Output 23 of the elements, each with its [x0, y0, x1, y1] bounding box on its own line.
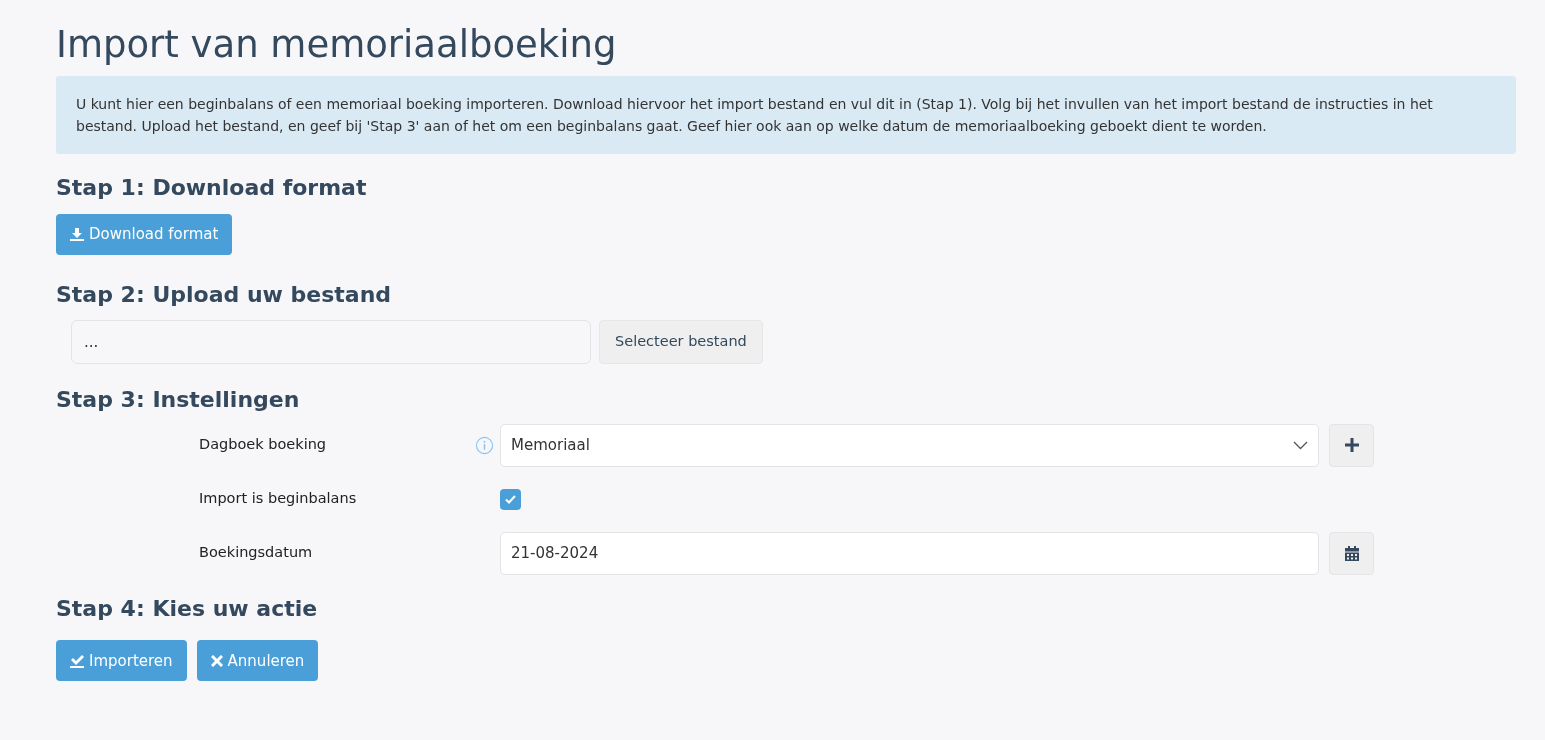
calendar-icon — [1344, 545, 1359, 561]
checkbox[interactable] — [500, 488, 521, 510]
download-icon — [70, 227, 84, 242]
page-title: Import van memoriaalboeking — [56, 22, 618, 68]
plus-icon — [1344, 438, 1359, 453]
section-heading: Stap 3: Instellingen — [56, 386, 301, 414]
select-file-button[interactable]: Selecteer bestand — [599, 320, 763, 365]
close-icon — [210, 654, 223, 667]
check-underline-icon — [70, 653, 84, 668]
section-heading: Stap 2: Upload uw bestand — [56, 280, 393, 309]
section-heading: Stap 4: Kies uw actie — [56, 594, 319, 623]
date-field[interactable]: 21-08-2024 — [500, 531, 1319, 575]
file-field[interactable]: ... — [71, 320, 591, 365]
journal-dropdown[interactable]: Memoriaal — [500, 423, 1319, 467]
check-icon — [505, 494, 516, 504]
field-label: Dagboek boeking — [199, 435, 328, 455]
chevron-down-icon — [1293, 440, 1308, 450]
add-button[interactable] — [1329, 423, 1374, 467]
section-heading: Stap 1: Download format — [56, 174, 368, 202]
field-label: Import is beginbalans — [199, 489, 358, 509]
calendar-button[interactable] — [1329, 531, 1374, 575]
info-message: U kunt hier een beginbalans of een memoriaal boeking importeren. Download hiervoor het import bestand en vul dit in (Stap 1). Volg bij het invullen van het import bestand de instructies in het bestand. Upload het bestand, en geef bij 'Stap 3' aan of het om een beginbalans gaat. Geef hier ook aan op welke datum de memoriaalboeking geboekt dient te worden. — [56, 76, 1516, 155]
field-label: Boekingsdatum — [199, 543, 314, 563]
